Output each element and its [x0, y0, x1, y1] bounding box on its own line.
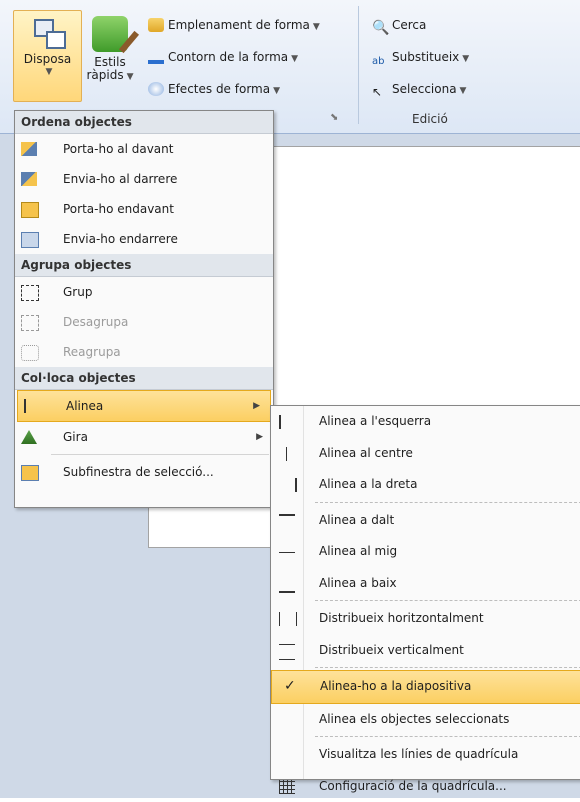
select-arrow-icon: ↖ [372, 85, 388, 99]
selection-pane-item[interactable]: Subfinestra de selecció... [15, 457, 273, 487]
align-submenu: Alinea a l'esquerra Alinea al centre Ali… [270, 405, 580, 780]
distribute-horizontal-icon [279, 612, 297, 626]
grid-icon [279, 780, 295, 794]
grid-settings-item[interactable]: Configuració de la quadrícula... [271, 771, 580, 802]
align-bottom-icon [279, 577, 295, 593]
submenu-arrow-icon: ▶ [256, 422, 263, 452]
dispose-label: Disposa [14, 53, 81, 66]
rotate-item[interactable]: Gira▶ [15, 422, 273, 452]
outline-icon [148, 50, 164, 64]
estils-sub-label: ràpids [86, 68, 123, 82]
dialog-launcher-icon[interactable]: ⬊ [330, 112, 338, 123]
align-right-icon [279, 478, 297, 492]
group-icon [21, 285, 39, 301]
shape-fill-button[interactable]: Emplenament de forma▼ [148, 18, 320, 32]
align-icon [24, 399, 42, 413]
align-left-item[interactable]: Alinea a l'esquerra [271, 406, 580, 438]
align-right-item[interactable]: Alinea a la dreta [271, 469, 580, 501]
align-bottom-item[interactable]: Alinea a baix [271, 568, 580, 600]
find-label: Cerca [392, 18, 426, 32]
order-objects-header: Ordena objectes [15, 111, 273, 134]
position-objects-header: Col·loca objectes [15, 367, 273, 390]
align-selected-objects-item[interactable]: Alinea els objectes seleccionats [271, 704, 580, 736]
send-backward-item[interactable]: Envia-ho endarrere [15, 224, 273, 254]
ungroup-item: Desagrupa [15, 307, 273, 337]
view-gridlines-item[interactable]: Visualitza les línies de quadrícula [271, 739, 580, 771]
align-middle-icon [279, 552, 295, 559]
effects-icon [148, 82, 164, 96]
bring-to-front-item[interactable]: Porta-ho al davant [15, 134, 273, 164]
align-item[interactable]: Alinea▶ [17, 390, 271, 422]
bring-forward-item[interactable]: Porta-ho endavant [15, 194, 273, 224]
rotate-icon [21, 430, 37, 444]
replace-icon: ab [372, 56, 388, 70]
align-center-item[interactable]: Alinea al centre [271, 438, 580, 470]
regroup-icon [21, 345, 39, 361]
distribute-vertical-item[interactable]: Distribueix verticalment [271, 635, 580, 667]
shape-fill-label: Emplenament de forma [168, 18, 310, 32]
align-middle-item[interactable]: Alinea al mig [271, 536, 580, 568]
send-backward-icon [21, 232, 39, 248]
binoculars-icon: 🔍 [372, 20, 388, 34]
submenu-arrow-icon: ▶ [253, 391, 260, 421]
group-item[interactable]: Grup [15, 277, 273, 307]
group-objects-header: Agrupa objectes [15, 254, 273, 277]
dispose-button[interactable]: Disposa ▼ [13, 10, 82, 102]
distribute-vertical-icon [279, 644, 295, 660]
align-left-icon [279, 415, 297, 429]
select-label: Selecciona [392, 82, 457, 96]
chevron-down-icon: ▼ [17, 66, 81, 79]
selection-pane-icon [21, 465, 39, 481]
find-button[interactable]: 🔍 Cerca [372, 18, 426, 34]
bring-forward-icon [21, 202, 39, 218]
estils-icon [92, 16, 128, 52]
fill-icon [148, 18, 164, 32]
align-center-icon [286, 447, 295, 461]
replace-label: Substitueix [392, 50, 459, 64]
shape-outline-label: Contorn de la forma [168, 50, 288, 64]
distribute-horizontal-item[interactable]: Distribueix horitzontalment [271, 603, 580, 635]
menu-separator [51, 454, 269, 455]
group-separator [358, 6, 359, 124]
bring-to-front-icon [21, 142, 37, 156]
send-to-back-icon [21, 172, 37, 186]
estils-button[interactable]: Estils ràpids▼ [84, 10, 136, 100]
ungroup-icon [21, 315, 39, 331]
select-button[interactable]: ↖Selecciona▼ [372, 82, 466, 99]
regroup-item: Reagrupa [15, 337, 273, 367]
arrange-menu: Ordena objectes Porta-ho al davant Envia… [14, 110, 274, 508]
shape-effects-button[interactable]: Efectes de forma▼ [148, 82, 280, 96]
send-to-back-item[interactable]: Envia-ho al darrere [15, 164, 273, 194]
align-to-slide-item[interactable]: ✓Alinea-ho a la diapositiva [271, 670, 580, 704]
editing-group-label: Edició [412, 112, 448, 126]
align-top-item[interactable]: Alinea a dalt [271, 505, 580, 537]
shape-effects-label: Efectes de forma [168, 82, 270, 96]
check-icon: ✓ [284, 671, 296, 703]
dispose-icon [32, 17, 64, 49]
shape-outline-button[interactable]: Contorn de la forma▼ [148, 50, 298, 64]
align-top-icon [279, 514, 295, 530]
replace-button[interactable]: abSubstitueix▼ [372, 50, 469, 70]
